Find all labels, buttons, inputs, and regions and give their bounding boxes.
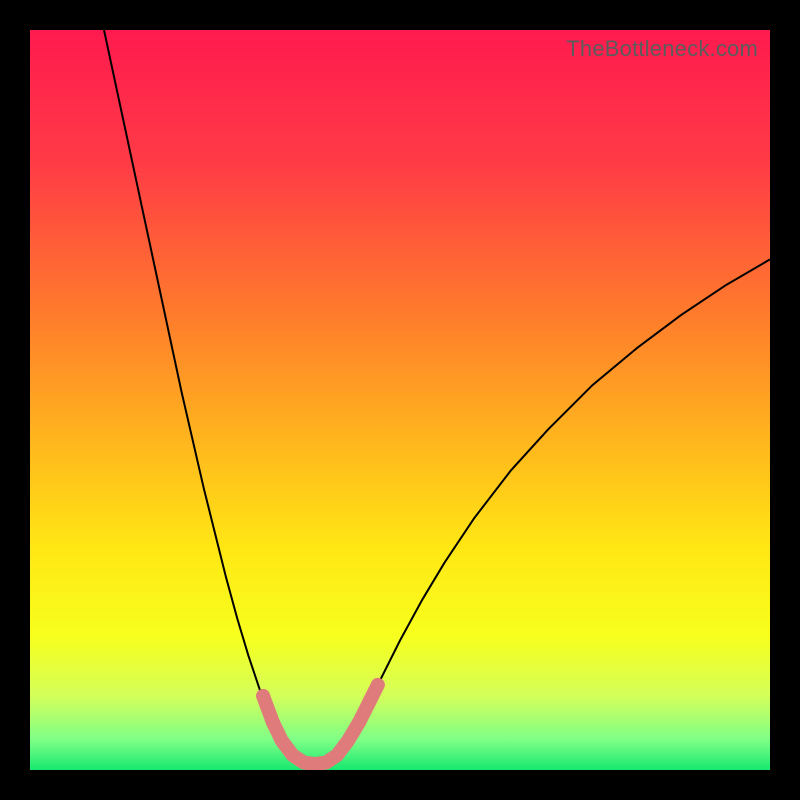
data-marker (266, 715, 280, 729)
data-marker (256, 689, 270, 703)
data-marker (352, 715, 366, 729)
watermark-label: TheBottleneck.com (566, 36, 758, 62)
chart-svg (30, 30, 770, 770)
bottleneck-curve (104, 30, 770, 764)
plot-area: TheBottleneck.com (30, 30, 770, 770)
data-marker (363, 693, 377, 707)
chart-frame: TheBottleneck.com (0, 0, 800, 800)
data-marker (371, 678, 385, 692)
